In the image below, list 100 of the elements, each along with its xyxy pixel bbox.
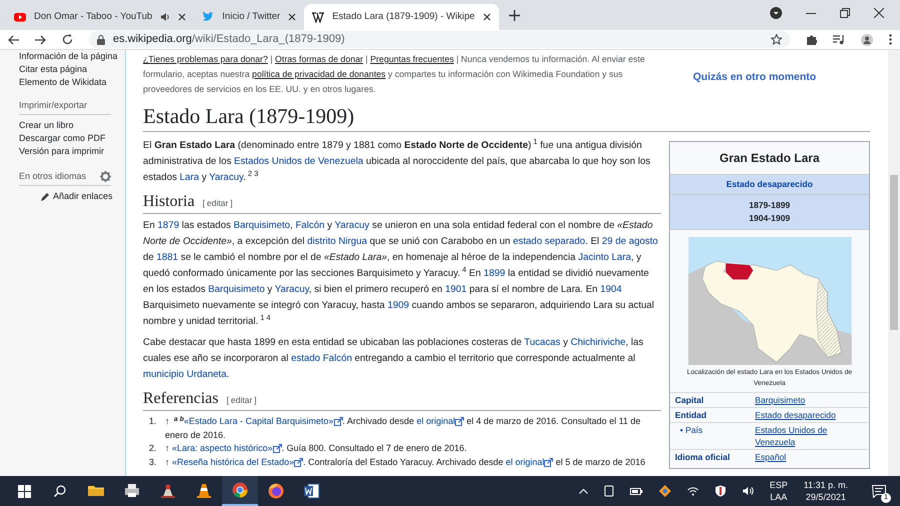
article-link[interactable]: Falcón (295, 220, 325, 231)
back-icon[interactable] (8, 34, 19, 44)
dismiss-link[interactable]: Quizás en otro momento (693, 70, 816, 86)
notice-link[interactable]: ¿Tienes problemas para donar? (143, 54, 268, 64)
infobox-value-link[interactable]: Estado desaparecido (755, 408, 836, 421)
windows-start-icon[interactable] (18, 484, 30, 498)
article-link[interactable]: Jacinto Lara (578, 252, 631, 263)
chevron-up-icon[interactable] (578, 488, 588, 494)
article-link[interactable]: municipio Urdaneta (143, 369, 226, 380)
shield-icon[interactable] (714, 485, 726, 497)
reload-icon[interactable] (62, 34, 73, 45)
infobox-label: Capital (675, 394, 705, 406)
search-icon[interactable] (54, 485, 66, 497)
reference-link[interactable]: 1 (533, 137, 538, 146)
volume-icon[interactable] (742, 486, 754, 496)
infobox-value-link[interactable]: Estados Unidos de Venezuela (755, 424, 864, 448)
section-heading: Historia (143, 192, 195, 212)
scrollbar[interactable] (888, 50, 900, 476)
restore-icon[interactable] (840, 8, 850, 18)
clock[interactable]: 11:31 p. m. 29/5/2021 (804, 479, 848, 503)
speaker-icon[interactable] (160, 12, 170, 22)
sidebar-link[interactable]: Elemento de Wikidata (19, 76, 125, 89)
article-link[interactable]: estado Falcón (291, 353, 352, 364)
article-link[interactable]: 29 de agosto (602, 236, 658, 247)
article-link[interactable]: Estados Unidos de Venezuela (234, 156, 364, 167)
tablet-icon[interactable] (604, 485, 614, 497)
sidebar-link[interactable]: Información de la página (19, 50, 125, 63)
notice-link[interactable]: Preguntas frecuentes (370, 54, 454, 64)
avatar-icon[interactable] (861, 34, 873, 46)
browser-tab[interactable]: Inicio / Twitter (194, 4, 304, 30)
address-bar[interactable]: es.wikipedia.org/wiki/Estado_Lara_(1879-1909) (89, 31, 790, 48)
puzzle-icon[interactable] (806, 34, 817, 45)
backlink[interactable]: b (180, 416, 184, 423)
taskbar-app[interactable] (222, 476, 258, 506)
sidebar-link[interactable]: Versión para imprimir (19, 145, 125, 158)
menu-icon[interactable] (889, 34, 892, 45)
battery-icon[interactable] (630, 486, 643, 496)
playlist-icon[interactable] (833, 34, 845, 44)
external-link[interactable]: «Estado Lara - Capital Barquisimeto» (184, 415, 342, 428)
article-link[interactable]: Barquisimeto (208, 284, 265, 295)
browser-tab[interactable]: Don Omar - Taboo - YouTub (6, 4, 194, 30)
close-icon[interactable] (874, 8, 884, 18)
browser-tab[interactable]: Estado Lara (1879-1909) - Wikipe (304, 4, 499, 30)
language-indicator[interactable]: ESP LAA (770, 479, 788, 503)
reference-text: ↑ «Reseña histórica del Estado» . Contraloría del Estado Yaracuy. Archivado desde el original el 5 de marzo de 2016 (165, 456, 646, 469)
article-link[interactable]: 1909 (387, 300, 410, 311)
article-link[interactable]: 1879 (158, 220, 180, 231)
notice-link[interactable]: Otras formas de donar (275, 54, 364, 64)
close-icon[interactable] (178, 13, 186, 21)
article-link[interactable]: 1881 (156, 252, 178, 263)
reference-link[interactable]: 4 (266, 313, 271, 322)
sidebar-link[interactable]: Citar esta página (19, 63, 125, 76)
infobox-value-link[interactable]: Español (755, 450, 786, 463)
forward-icon[interactable] (35, 34, 46, 44)
reference-link[interactable]: 4 (462, 265, 466, 274)
new-tab-icon[interactable] (508, 10, 520, 21)
colorful-app-icon[interactable] (658, 485, 671, 497)
chrome-icon (232, 482, 248, 498)
edit-link[interactable]: editar (230, 395, 252, 405)
reference-link[interactable]: 2 (248, 169, 252, 178)
article-link[interactable]: distrito Nirgua (307, 236, 368, 247)
bracket-text: ] (254, 395, 257, 405)
donation-notice: ¿Tienes problemas para donar? | Otras formas de donar | Preguntas frecuentes | Nunca vendemos tu información. Al enviar este formulario, aceptas nuestra política de privacidad de donantes y compartes tu información con Wikimedia Foundation y sus proveedores de servicios en los EE. UU. y en otros lugares. (143, 53, 646, 96)
period-text: 1879-1899 (748, 198, 792, 212)
external-link[interactable]: el original (506, 456, 554, 469)
add-links-link[interactable]: Añadir enlaces (53, 190, 113, 203)
sidebar-link[interactable]: Crear un libro (19, 119, 125, 132)
close-icon[interactable] (288, 13, 296, 21)
reference-link[interactable]: 1 (260, 313, 264, 322)
edit-link[interactable]: editar (206, 198, 228, 208)
wifi-icon[interactable] (686, 486, 699, 496)
star-icon[interactable] (771, 34, 782, 45)
bracket-text: ] (230, 198, 233, 208)
article-link[interactable]: Chichiriviche (570, 337, 626, 348)
period-text: 1904-1909 (748, 212, 792, 225)
article-link[interactable]: Tucacas (524, 337, 560, 348)
sidebar-link[interactable]: Descargar como PDF (19, 132, 125, 145)
notice-link[interactable]: política de privacidad de donantes (252, 69, 386, 79)
settings-icon[interactable] (100, 171, 111, 182)
external-link[interactable]: el original (416, 415, 464, 428)
close-icon[interactable] (482, 13, 491, 21)
article-link[interactable]: Yaracuy (334, 220, 370, 231)
article-link[interactable]: 1899 (484, 268, 506, 279)
article-link[interactable]: Yaracuy (209, 172, 244, 183)
infobox-subtitle: Estado desaparecido (670, 175, 869, 195)
article-link[interactable]: estado separado (513, 236, 586, 247)
sidebar-heading: En otros idiomas (19, 170, 86, 183)
article-link[interactable]: 1901 (445, 284, 467, 295)
article-link[interactable]: 1904 (600, 284, 622, 295)
infobox-value-link[interactable]: Barquisimeto (755, 394, 806, 406)
external-link[interactable]: «Reseña histórica del Estado» (172, 456, 304, 469)
reference-link[interactable]: 3 (254, 169, 258, 178)
url-text: es.wikipedia.org/wiki/Estado_Lara_(1879-1909) (113, 32, 346, 48)
article-link[interactable]: Yaracuy (274, 284, 309, 295)
backlink[interactable]: a (174, 416, 178, 423)
external-link[interactable]: «Lara: aspecto histórico» (172, 442, 282, 456)
notification-icon[interactable] (872, 484, 886, 498)
dropdown-icon[interactable] (770, 7, 782, 19)
article-link[interactable]: Barquisimeto (234, 220, 290, 231)
article-link[interactable]: Lara (180, 172, 200, 183)
